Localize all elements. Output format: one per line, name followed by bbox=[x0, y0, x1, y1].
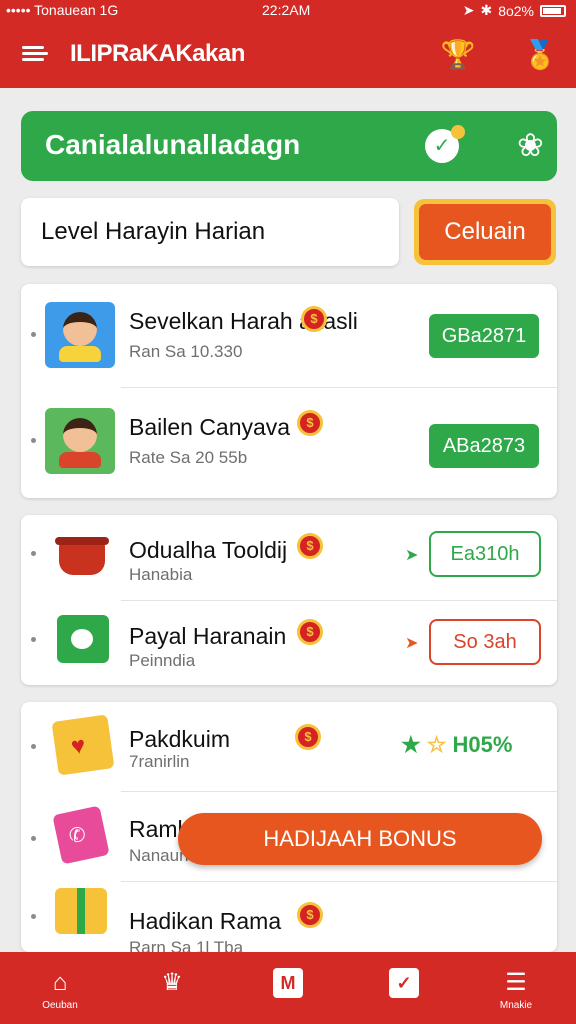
value-badge[interactable]: GBa2871 bbox=[429, 314, 539, 358]
item-sub: Peinndia bbox=[129, 651, 196, 670]
carrier-label: ••••• Tonauean 1G bbox=[6, 2, 119, 18]
value-badge[interactable]: ABa2873 bbox=[429, 424, 539, 468]
coin-icon: $ bbox=[301, 306, 327, 332]
avatar bbox=[45, 408, 115, 474]
level-field: Level Harayin Harian bbox=[21, 198, 399, 266]
app-bar: ILIPRaKAKakan 🏆 🏅 bbox=[0, 22, 576, 88]
check-icon: ✓ bbox=[389, 968, 419, 998]
drag-handle-icon bbox=[31, 836, 36, 841]
promo-banner[interactable]: Canialalunalladagn ✓ ❀ bbox=[21, 111, 557, 181]
task-card: Odualha Tooldij Hanabia $ ➤ Ea310h Payal… bbox=[21, 515, 557, 685]
item-sub: 7ranirlin bbox=[129, 752, 190, 771]
item-name: Odualha Tooldij bbox=[129, 537, 288, 563]
nav-tasks[interactable]: ✓ bbox=[364, 952, 444, 1024]
leader-card: Sevelkan Harah akasli Ran Sa 10.330 $ GB… bbox=[21, 284, 557, 498]
drag-handle-icon bbox=[31, 438, 36, 443]
bonus-button[interactable]: HADIJAAH BONUS bbox=[178, 813, 542, 865]
bluetooth-icon: ✱ bbox=[480, 2, 493, 18]
nav-mail[interactable]: M bbox=[248, 952, 328, 1024]
item-name: Pakdkuim bbox=[129, 726, 230, 752]
coin-icon: $ bbox=[297, 410, 323, 436]
item-name: Bailen Canyava bbox=[129, 414, 291, 440]
banner-title: Canialalunalladagn bbox=[45, 129, 301, 160]
battery-percent: 8o2% bbox=[498, 2, 534, 19]
star-filled-icon: ★ bbox=[401, 732, 421, 757]
trophy-icon[interactable]: 🏆 bbox=[440, 37, 476, 73]
crown-icon: ♛ bbox=[161, 969, 183, 996]
list-item[interactable]: Sevelkan Harah akasli Ran Sa 10.330 $ GB… bbox=[21, 284, 557, 388]
coin-icon: $ bbox=[297, 902, 323, 928]
coin-icon: $ bbox=[297, 533, 323, 559]
claim-button[interactable]: Celuain bbox=[414, 199, 556, 265]
avatar bbox=[45, 302, 115, 368]
ticket-icon bbox=[57, 615, 109, 663]
arrow-right-icon: ➤ bbox=[405, 635, 419, 652]
list-item[interactable]: ♥ Pakdkuim 7ranirlin $ ★ ☆ H05% bbox=[21, 702, 557, 792]
nav-home-label: Oeuban bbox=[42, 1000, 78, 1011]
hamburger-icon: ☰ bbox=[505, 969, 527, 996]
value-badge[interactable]: So 3ah bbox=[429, 619, 541, 665]
pot-icon bbox=[45, 529, 115, 595]
gift-icon[interactable]: ❀ bbox=[517, 127, 544, 163]
list-item[interactable]: Payal Haranain Peinndia $ ➤ So 3ah bbox=[21, 601, 557, 687]
level-label: Level Harayin Harian bbox=[41, 218, 266, 245]
drag-handle-icon bbox=[31, 332, 36, 337]
mail-icon: M bbox=[273, 968, 303, 998]
heart-card-icon: ♥ bbox=[51, 714, 115, 776]
item-sub: Ran Sa 10.330 bbox=[129, 342, 243, 361]
location-icon: ➤ bbox=[462, 2, 475, 18]
drag-handle-icon bbox=[31, 551, 36, 556]
phone-card-icon: ✆ bbox=[52, 805, 110, 865]
status-bar: ••••• Tonauean 1G 22:2AM ➤ ✱ 8o2% bbox=[0, 0, 576, 22]
item-sub: Rate Sa 20 55b bbox=[129, 448, 248, 467]
item-sub: Hanabia bbox=[129, 565, 193, 584]
list-item[interactable]: Odualha Tooldij Hanabia $ ➤ Ea310h bbox=[21, 515, 557, 601]
clock: 22:2AM bbox=[262, 2, 311, 18]
bottom-nav: ⌂ Oeuban ♛ M ✓ ☰ Mnakie bbox=[0, 952, 576, 1024]
coin-icon: $ bbox=[297, 619, 323, 645]
coin-icon: $ bbox=[295, 724, 321, 750]
app-title: ILIPRaKAKakan bbox=[70, 40, 245, 67]
drag-handle-icon bbox=[31, 914, 36, 919]
rating: ★ ☆ H05% bbox=[401, 732, 512, 758]
item-name: Hadikan Rama bbox=[129, 908, 282, 934]
gift-box-icon bbox=[55, 888, 107, 934]
arrow-right-icon: ➤ bbox=[405, 547, 419, 564]
list-item[interactable]: Bailen Canyava Rate Sa 20 55b $ ABa2873 bbox=[21, 388, 557, 492]
battery-icon bbox=[540, 4, 566, 17]
star-outline-icon: ☆ bbox=[426, 732, 447, 757]
nav-more-label: Mnakie bbox=[499, 1000, 533, 1011]
value-badge[interactable]: Ea310h bbox=[429, 531, 541, 577]
drag-handle-icon bbox=[31, 744, 36, 749]
home-icon: ⌂ bbox=[52, 969, 68, 996]
item-name: Payal Haranain bbox=[129, 623, 287, 649]
rating-value: H05% bbox=[452, 732, 513, 757]
drag-handle-icon bbox=[31, 637, 36, 642]
status-icons: ➤ ✱ 8o2% bbox=[463, 2, 566, 19]
nav-rewards[interactable]: ♛ bbox=[132, 952, 212, 1024]
nav-home[interactable]: ⌂ Oeuban bbox=[20, 952, 100, 1024]
back-menu-icon[interactable] bbox=[18, 42, 48, 66]
list-item[interactable]: Hadikan Rama Rarn Sa 1l Tba $ bbox=[21, 882, 557, 957]
nav-more[interactable]: ☰ Mnakie bbox=[476, 952, 556, 1024]
check-badge-icon[interactable]: ✓ bbox=[425, 125, 465, 163]
badge-icon[interactable]: 🏅 bbox=[522, 37, 558, 73]
claim-button-label: Celuain bbox=[419, 204, 551, 260]
